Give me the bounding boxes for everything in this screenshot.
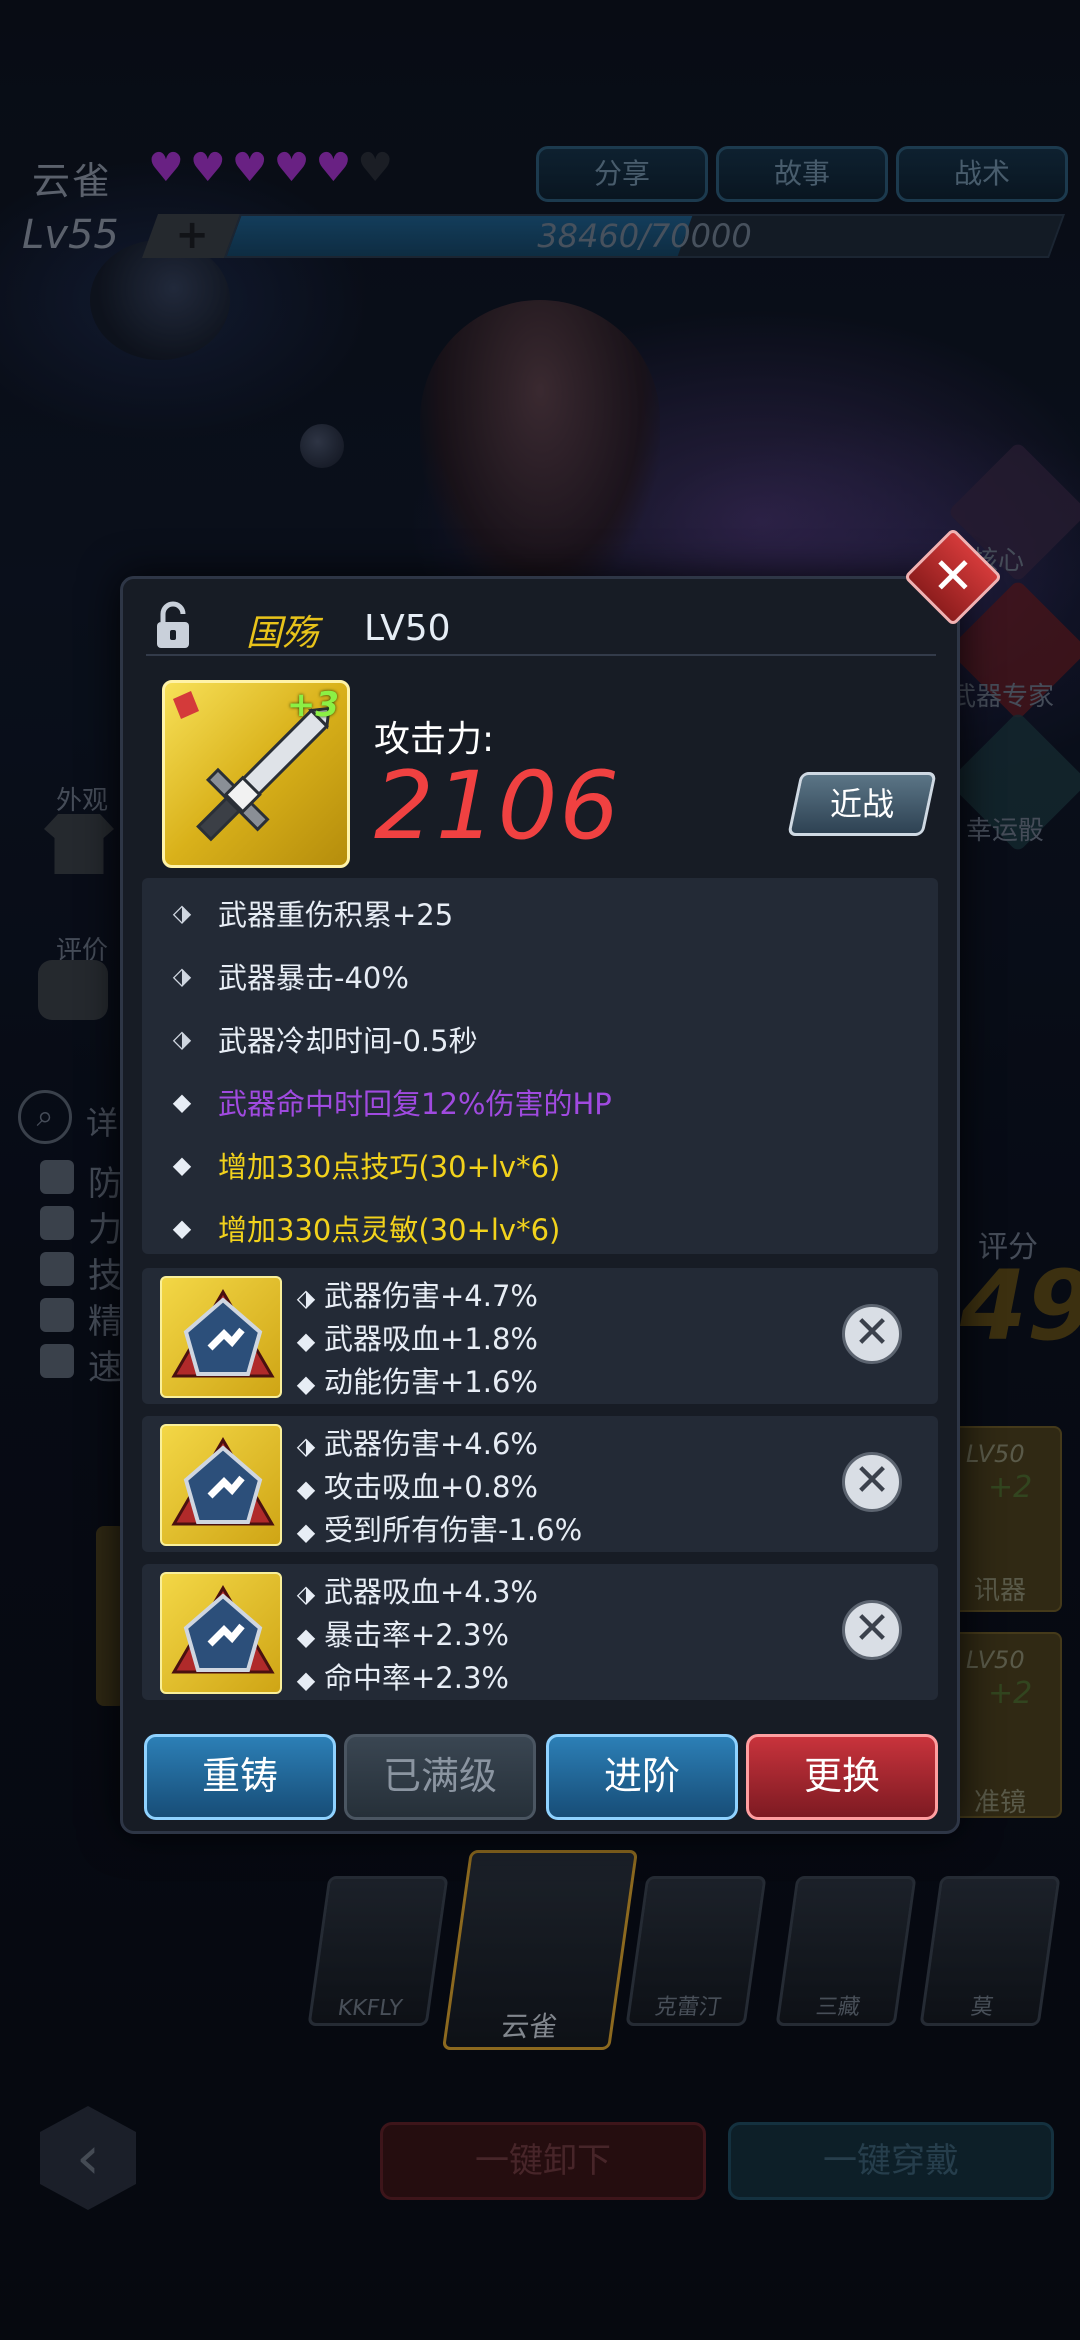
- gem-stat-lines: ⬗ 武器伤害+4.6% ◆ 攻击吸血+0.8% ◆ 受到所有伤害-1.6%: [292, 1424, 582, 1553]
- diamond-icon: ◆: [296, 1623, 316, 1651]
- advance-button[interactable]: 进阶: [546, 1734, 738, 1820]
- base-stat-icon: ⬗: [172, 962, 192, 990]
- weapon-stats-list: ⬗ 武器重伤积累+25 ⬗ 武器暴击-40% ⬗ 武器冷却时间-0.5秒 ◆ 武器命中时回复1…: [142, 878, 938, 1254]
- remove-gem-button[interactable]: ✕: [842, 1600, 902, 1660]
- divider: [146, 654, 936, 656]
- gem-stat-row: ◆ 武器吸血+1.8%: [292, 1319, 538, 1362]
- gem-stat-row: ◆ 命中率+2.3%: [292, 1658, 538, 1701]
- diamond-icon: ◆: [172, 1214, 192, 1242]
- close-icon: ✕: [853, 1307, 891, 1358]
- diamond-icon: ◆: [296, 1475, 316, 1503]
- remove-gem-button[interactable]: ✕: [842, 1452, 902, 1512]
- gem-stat-row: ⬗ 武器吸血+4.3%: [292, 1572, 538, 1615]
- base-stat-icon: ⬗: [296, 1284, 316, 1312]
- base-stat-icon: ⬗: [172, 899, 192, 927]
- gem-emblem-icon[interactable]: [160, 1424, 282, 1546]
- gem-stat-row: ◆ 受到所有伤害-1.6%: [292, 1510, 582, 1553]
- gem-stat-text: 武器吸血+1.8%: [324, 1322, 538, 1356]
- diamond-icon: ◆: [296, 1327, 316, 1355]
- gem-stat-text: 暴击率+2.3%: [324, 1618, 509, 1652]
- weapon-type-label: 近战: [829, 785, 894, 823]
- close-icon: ✕: [853, 1455, 891, 1506]
- game-screen: 云雀 ♥ ♥ ♥ ♥ ♥ ♥ 分享 故事 战术 Lv55 + 38460/70000 外观…: [0, 0, 1080, 2340]
- close-icon: ✕: [932, 547, 974, 605]
- weapon-stat-row: ⬗ 武器重伤积累+25: [168, 892, 453, 934]
- weapon-stat-text: 增加330点技巧(30+lv*6): [218, 1150, 561, 1184]
- base-stat-icon: ⬗: [172, 1025, 192, 1053]
- diamond-icon: ◆: [172, 1151, 192, 1179]
- replace-button[interactable]: 更换: [746, 1734, 938, 1820]
- enhance-level: +3: [286, 685, 339, 725]
- weapon-stat-text: 武器冷却时间-0.5秒: [218, 1024, 478, 1058]
- weapon-level: LV50: [364, 608, 451, 649]
- close-icon: ✕: [853, 1603, 891, 1654]
- gem-stat-text: 命中率+2.3%: [324, 1661, 509, 1695]
- gem-emblem-icon[interactable]: [160, 1276, 282, 1398]
- weapon-name: 国殇: [246, 613, 319, 654]
- diamond-icon: ◆: [296, 1666, 316, 1694]
- gem-stat-row: ⬗ 武器伤害+4.6%: [292, 1424, 582, 1467]
- unlock-icon[interactable]: [155, 600, 191, 650]
- gem-stat-row: ⬗ 武器伤害+4.7%: [292, 1276, 538, 1319]
- weapon-stat-text: 武器命中时回复12%伤害的HP: [218, 1087, 612, 1121]
- gem-stat-text: 武器伤害+4.7%: [324, 1279, 538, 1313]
- gem-emblem-icon[interactable]: [160, 1572, 282, 1694]
- reforge-button[interactable]: 重铸: [144, 1734, 336, 1820]
- weapon-stat-row: ◆ 增加330点灵敏(30+lv*6): [168, 1207, 561, 1249]
- gem-stat-row: ◆ 暴击率+2.3%: [292, 1615, 538, 1658]
- weapon-image: +3: [162, 680, 350, 868]
- weapon-stat-row: ⬗ 武器冷却时间-0.5秒: [168, 1018, 478, 1060]
- gem-stat-text: 受到所有伤害-1.6%: [324, 1513, 583, 1547]
- weapon-stat-row: ◆ 武器命中时回复12%伤害的HP: [168, 1081, 612, 1123]
- diamond-icon: ◆: [296, 1518, 316, 1546]
- weapon-type-badge: 近战: [787, 772, 937, 836]
- weapon-stat-text: 增加330点灵敏(30+lv*6): [218, 1213, 561, 1247]
- diamond-icon: ◆: [296, 1370, 316, 1398]
- gem-stat-lines: ⬗ 武器伤害+4.7% ◆ 武器吸血+1.8% ◆ 动能伤害+1.6%: [292, 1276, 538, 1405]
- gem-slot: ⬗ 武器吸血+4.3% ◆ 暴击率+2.3% ◆ 命中率+2.3% ✕: [142, 1564, 938, 1700]
- gem-stat-row: ◆ 攻击吸血+0.8%: [292, 1467, 582, 1510]
- gem-stat-text: 动能伤害+1.6%: [324, 1365, 538, 1399]
- weapon-stat-row: ◆ 增加330点技巧(30+lv*6): [168, 1144, 561, 1186]
- weapon-stat-row: ⬗ 武器暴击-40%: [168, 955, 409, 997]
- attack-value: 2106: [374, 752, 622, 861]
- max-level-button: 已满级: [344, 1734, 536, 1820]
- gem-stat-text: 武器伤害+4.6%: [324, 1427, 538, 1461]
- weapon-stat-text: 武器重伤积累+25: [218, 898, 454, 932]
- gem-stat-text: 武器吸血+4.3%: [324, 1575, 538, 1609]
- base-stat-icon: ⬗: [296, 1580, 316, 1608]
- weapon-stat-text: 武器暴击-40%: [218, 961, 409, 995]
- gem-slot: ⬗ 武器伤害+4.6% ◆ 攻击吸血+0.8% ◆ 受到所有伤害-1.6% ✕: [142, 1416, 938, 1552]
- gem-slot: ⬗ 武器伤害+4.7% ◆ 武器吸血+1.8% ◆ 动能伤害+1.6% ✕: [142, 1268, 938, 1404]
- gem-stat-row: ◆ 动能伤害+1.6%: [292, 1362, 538, 1405]
- base-stat-icon: ⬗: [296, 1432, 316, 1460]
- gem-stat-text: 攻击吸血+0.8%: [324, 1470, 538, 1504]
- diamond-icon: ◆: [172, 1088, 192, 1116]
- gem-stat-lines: ⬗ 武器吸血+4.3% ◆ 暴击率+2.3% ◆ 命中率+2.3%: [292, 1572, 538, 1701]
- remove-gem-button[interactable]: ✕: [842, 1304, 902, 1364]
